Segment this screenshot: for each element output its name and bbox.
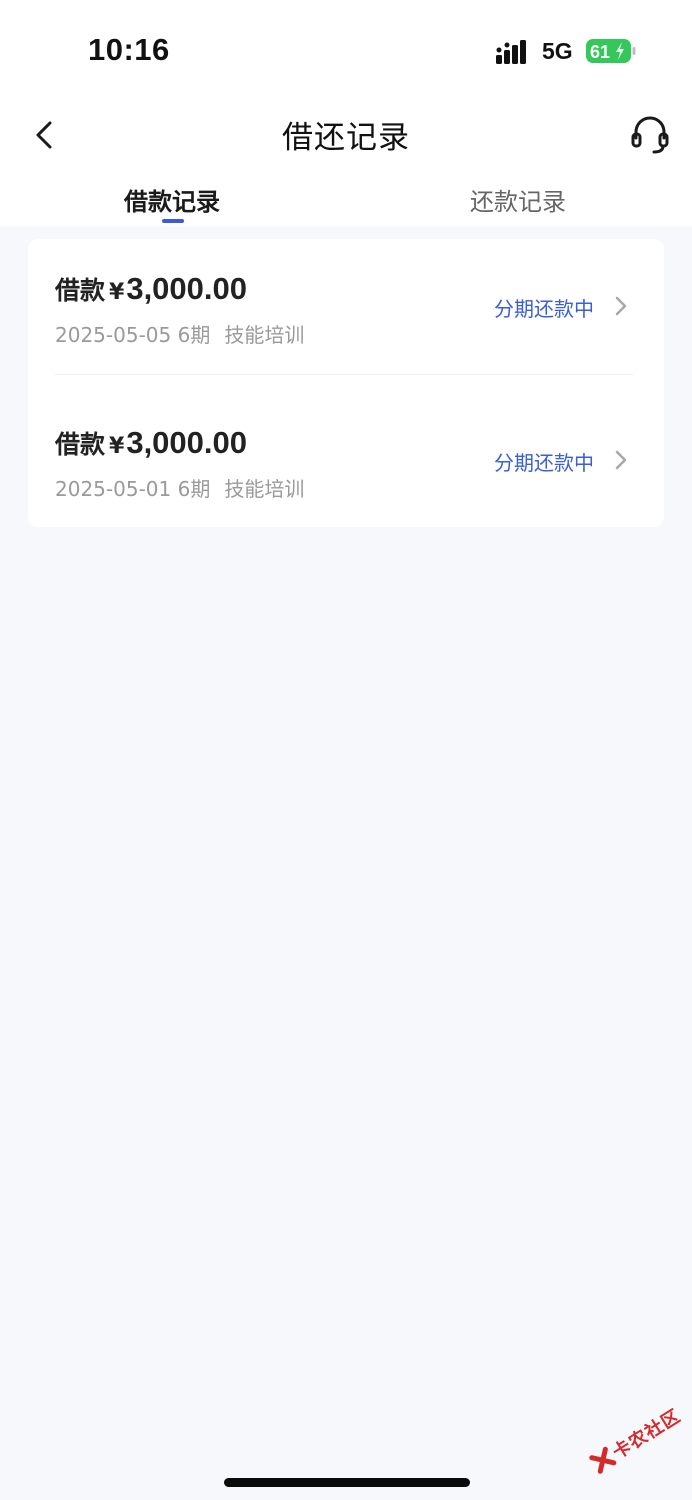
loan-date: 2025-05-01 <box>55 477 172 501</box>
loan-meta: 2025-05-05 6期 技能培训 <box>55 319 304 348</box>
status-time: 10:16 <box>88 32 170 67</box>
nav-bar: 借还记录 <box>0 100 692 172</box>
signal-strength-icon <box>496 40 526 64</box>
battery-level: 61 <box>590 42 610 62</box>
loan-label: 借款 <box>55 276 106 305</box>
watermark: 卡农社区 <box>577 1387 692 1499</box>
chevron-right-icon <box>615 296 627 316</box>
loan-meta: 2025-05-01 6期 技能培训 <box>55 473 304 502</box>
status-bar: 10:16 5G 61 <box>0 0 692 100</box>
amount-value: 3,000.00 <box>126 425 247 460</box>
loan-amount: 借款 ¥3,000.00 <box>55 425 247 461</box>
loan-label: 借款 <box>55 430 106 459</box>
chevron-right-icon <box>615 450 627 470</box>
records-card: 借款 ¥3,000.00 2025-05-05 6期 技能培训 分期还款中 借款 ¥3… <box>28 239 664 527</box>
status-badge: 分期还款中 <box>494 451 594 475</box>
divider <box>55 374 633 375</box>
watermark-text: 卡农社区 <box>609 1405 685 1464</box>
tab-repay-records[interactable]: 还款记录 <box>418 182 618 217</box>
active-tab-indicator <box>162 219 184 223</box>
page-title: 借还记录 <box>282 120 410 156</box>
loan-date: 2025-05-05 <box>55 323 172 347</box>
tab-borrow-records[interactable]: 借款记录 <box>72 182 272 217</box>
list-item[interactable]: 借款 ¥3,000.00 2025-05-01 6期 技能培训 分期还款中 <box>28 393 664 529</box>
home-indicator <box>224 1478 470 1487</box>
currency-symbol: ¥ <box>109 280 125 305</box>
tab-bar: 借款记录 还款记录 <box>0 172 692 226</box>
network-type: 5G <box>542 38 573 64</box>
headset-icon[interactable] <box>630 114 670 156</box>
status-badge: 分期还款中 <box>494 297 594 321</box>
loan-purpose: 技能培训 <box>224 323 305 347</box>
loan-periods: 6期 <box>177 477 211 501</box>
amount-value: 3,000.00 <box>126 271 247 306</box>
currency-symbol: ¥ <box>109 434 125 459</box>
battery-icon: 61 <box>586 39 636 63</box>
loan-amount: 借款 ¥3,000.00 <box>55 271 247 307</box>
loan-purpose: 技能培训 <box>224 477 305 501</box>
list-item[interactable]: 借款 ¥3,000.00 2025-05-05 6期 技能培训 分期还款中 <box>28 239 664 375</box>
loan-periods: 6期 <box>177 323 211 347</box>
